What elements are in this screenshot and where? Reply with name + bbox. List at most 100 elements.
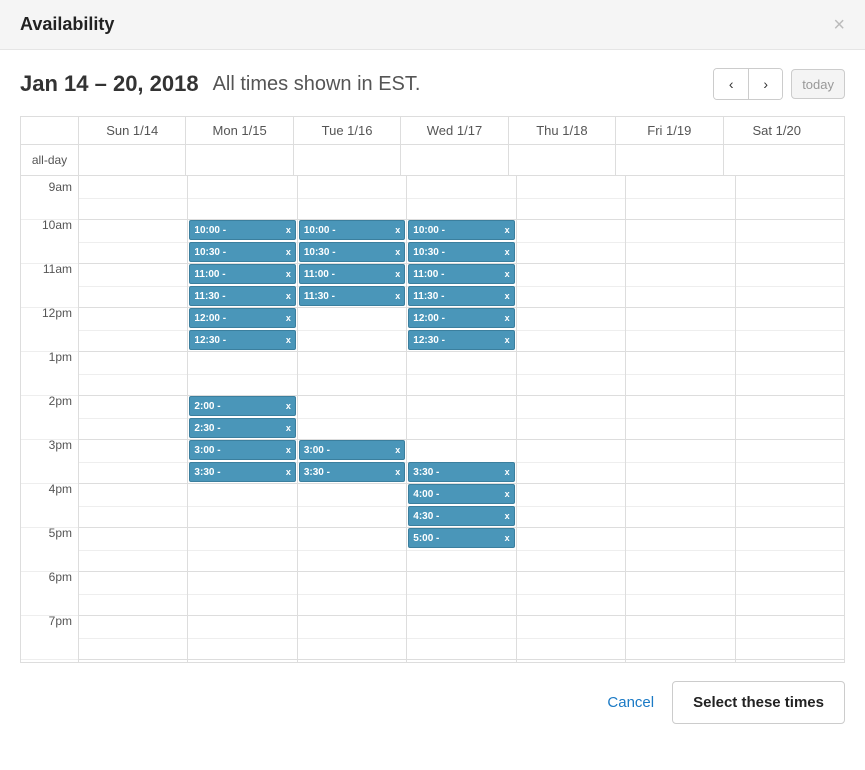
availability-slot[interactable]: 10:30 -x: [299, 242, 405, 262]
remove-slot-icon[interactable]: x: [505, 511, 510, 521]
availability-slot[interactable]: 4:30 -x: [408, 506, 514, 526]
day-column[interactable]: [517, 176, 626, 662]
hour-slot[interactable]: [736, 308, 844, 352]
remove-slot-icon[interactable]: x: [286, 467, 291, 477]
availability-slot[interactable]: 10:30 -x: [408, 242, 514, 262]
availability-slot[interactable]: 3:30 -x: [189, 462, 295, 482]
hour-slot[interactable]: [736, 352, 844, 396]
allday-cell[interactable]: [294, 145, 401, 175]
hour-slot[interactable]: [407, 352, 515, 396]
availability-slot[interactable]: 4:00 -x: [408, 484, 514, 504]
remove-slot-icon[interactable]: x: [395, 269, 400, 279]
hour-slot[interactable]: [517, 396, 625, 440]
allday-cell[interactable]: [616, 145, 723, 175]
allday-cell[interactable]: [186, 145, 293, 175]
select-times-button[interactable]: Select these times: [672, 681, 845, 724]
availability-slot[interactable]: 10:00 -x: [189, 220, 295, 240]
cancel-button[interactable]: Cancel: [607, 694, 654, 711]
hour-slot[interactable]: [736, 484, 844, 528]
hour-slot[interactable]: [79, 264, 187, 308]
hour-slot[interactable]: [736, 440, 844, 484]
hour-slot[interactable]: [736, 220, 844, 264]
remove-slot-icon[interactable]: x: [395, 445, 400, 455]
remove-slot-icon[interactable]: x: [286, 247, 291, 257]
remove-slot-icon[interactable]: x: [395, 247, 400, 257]
availability-slot[interactable]: 12:00 -x: [189, 308, 295, 328]
remove-slot-icon[interactable]: x: [286, 401, 291, 411]
remove-slot-icon[interactable]: x: [505, 467, 510, 477]
hour-slot[interactable]: [626, 484, 734, 528]
hour-slot[interactable]: [407, 396, 515, 440]
hour-slot[interactable]: [298, 176, 406, 220]
allday-cell[interactable]: [724, 145, 830, 175]
allday-cell[interactable]: [509, 145, 616, 175]
hour-slot[interactable]: [188, 616, 296, 660]
hour-slot[interactable]: [407, 660, 515, 662]
remove-slot-icon[interactable]: x: [395, 225, 400, 235]
remove-slot-icon[interactable]: x: [286, 445, 291, 455]
availability-slot[interactable]: 2:30 -x: [189, 418, 295, 438]
hour-slot[interactable]: [79, 572, 187, 616]
hour-slot[interactable]: [517, 440, 625, 484]
availability-slot[interactable]: 11:00 -x: [408, 264, 514, 284]
availability-slot[interactable]: 11:00 -x: [189, 264, 295, 284]
hour-slot[interactable]: [188, 528, 296, 572]
day-column[interactable]: [736, 176, 844, 662]
availability-slot[interactable]: 5:00 -x: [408, 528, 514, 548]
hour-slot[interactable]: [736, 616, 844, 660]
remove-slot-icon[interactable]: x: [395, 467, 400, 477]
hour-slot[interactable]: [79, 528, 187, 572]
availability-slot[interactable]: 10:30 -x: [189, 242, 295, 262]
remove-slot-icon[interactable]: x: [505, 489, 510, 499]
hour-slot[interactable]: [407, 616, 515, 660]
remove-slot-icon[interactable]: x: [286, 291, 291, 301]
availability-slot[interactable]: 11:30 -x: [408, 286, 514, 306]
availability-slot[interactable]: 2:00 -x: [189, 396, 295, 416]
hour-slot[interactable]: [626, 308, 734, 352]
hour-slot[interactable]: [517, 352, 625, 396]
allday-cell[interactable]: [79, 145, 186, 175]
availability-slot[interactable]: 10:00 -x: [299, 220, 405, 240]
hour-slot[interactable]: [407, 572, 515, 616]
hour-slot[interactable]: [626, 528, 734, 572]
remove-slot-icon[interactable]: x: [395, 291, 400, 301]
hour-slot[interactable]: [188, 352, 296, 396]
hour-slot[interactable]: [79, 484, 187, 528]
remove-slot-icon[interactable]: x: [286, 225, 291, 235]
availability-slot[interactable]: 11:00 -x: [299, 264, 405, 284]
hour-slot[interactable]: [626, 220, 734, 264]
hour-slot[interactable]: [517, 176, 625, 220]
remove-slot-icon[interactable]: x: [505, 533, 510, 543]
hour-slot[interactable]: [79, 396, 187, 440]
hour-slot[interactable]: [736, 660, 844, 662]
remove-slot-icon[interactable]: x: [505, 291, 510, 301]
day-column[interactable]: 10:00 -x10:30 -x11:00 -x11:30 -x12:00 -x…: [407, 176, 516, 662]
hour-slot[interactable]: [736, 396, 844, 440]
day-column[interactable]: 10:00 -x10:30 -x11:00 -x11:30 -x12:00 -x…: [188, 176, 297, 662]
remove-slot-icon[interactable]: x: [505, 247, 510, 257]
hour-slot[interactable]: [626, 176, 734, 220]
day-column[interactable]: [79, 176, 188, 662]
hour-slot[interactable]: [188, 484, 296, 528]
close-icon[interactable]: ×: [833, 15, 845, 35]
remove-slot-icon[interactable]: x: [505, 335, 510, 345]
availability-slot[interactable]: 12:30 -x: [408, 330, 514, 350]
today-button[interactable]: today: [791, 69, 845, 99]
hour-slot[interactable]: [188, 660, 296, 662]
hour-slot[interactable]: [626, 440, 734, 484]
availability-slot[interactable]: 12:00 -x: [408, 308, 514, 328]
hour-slot[interactable]: [79, 176, 187, 220]
hour-slot[interactable]: [298, 308, 406, 352]
hour-slot[interactable]: [298, 352, 406, 396]
availability-slot[interactable]: 12:30 -x: [189, 330, 295, 350]
hour-slot[interactable]: [626, 264, 734, 308]
day-column[interactable]: 10:00 -x10:30 -x11:00 -x11:30 -x3:00 -x3…: [298, 176, 407, 662]
day-column[interactable]: [626, 176, 735, 662]
hour-slot[interactable]: [79, 220, 187, 264]
hour-slot[interactable]: [626, 660, 734, 662]
hour-slot[interactable]: [517, 572, 625, 616]
hour-slot[interactable]: [626, 616, 734, 660]
hour-slot[interactable]: [407, 176, 515, 220]
hour-slot[interactable]: [298, 660, 406, 662]
hour-slot[interactable]: [517, 616, 625, 660]
